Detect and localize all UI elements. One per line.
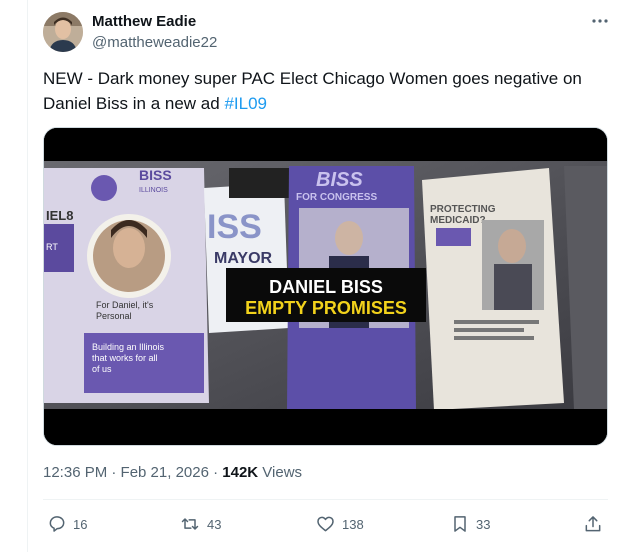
hashtag-link[interactable]: #IL09 xyxy=(224,94,267,113)
reply-count: 16 xyxy=(73,516,88,532)
heart-icon xyxy=(317,516,334,532)
repost-icon xyxy=(181,518,199,530)
more-options-button[interactable] xyxy=(589,10,611,32)
repost-count: 43 xyxy=(207,516,222,532)
reply-button[interactable]: 16 xyxy=(47,510,87,538)
caption-line1: DANIEL BISS xyxy=(269,277,383,297)
flyer-mid-mayor: MAYOR xyxy=(214,250,273,267)
flyer-right-line2: MEDICAID? xyxy=(430,215,486,226)
repost-button[interactable]: 43 xyxy=(179,510,221,538)
like-count: 138 xyxy=(342,516,364,532)
reply-icon xyxy=(49,516,65,532)
media-video[interactable]: IEL8 RT BISS ILLINOIS For Daniel, it's P… xyxy=(43,127,608,446)
share-button[interactable] xyxy=(583,510,603,538)
share-icon xyxy=(585,516,601,532)
flyer-left: IEL8 RT BISS ILLINOIS For Daniel, it's P… xyxy=(44,167,209,403)
flyer-left-text3: Building an Illinois xyxy=(92,342,165,352)
more-dots-icon xyxy=(592,19,608,23)
flyer-congress-biss: BISS xyxy=(316,169,363,191)
tweet-text: NEW - Dark money super PAC Elect Chicago… xyxy=(43,66,603,116)
flyer-mid-iss: ISS xyxy=(207,208,262,246)
flyer-right-line1: PROTECTING xyxy=(430,204,496,215)
like-button[interactable]: 138 xyxy=(315,510,364,538)
bookmark-button[interactable]: 33 xyxy=(450,510,490,538)
flyer-left-edge2: RT xyxy=(46,242,58,252)
flyer-congress-for: FOR CONGRESS xyxy=(296,192,377,203)
flyer-medicaid: PROTECTING MEDICAID? xyxy=(422,168,564,410)
video-caption: DANIEL BISS EMPTY PROMISES xyxy=(226,268,426,322)
tweet-card[interactable]: Matthew Eadie @mattheweadie22 NEW - Dark… xyxy=(0,0,626,552)
bookmark-icon xyxy=(454,516,466,532)
bookmark-count: 33 xyxy=(476,516,491,532)
divider xyxy=(43,499,608,500)
flyer-left-biss: BISS xyxy=(139,167,172,183)
flyer-left-text4: that works for all xyxy=(92,353,158,363)
views-count: 142K xyxy=(222,464,259,481)
timestamp[interactable]: 12:36 PM · Feb 21, 2026 · xyxy=(43,464,222,481)
action-bar: 16 43 138 33 xyxy=(43,510,613,538)
flyer-left-edge: IEL8 xyxy=(46,208,73,223)
thread-divider xyxy=(27,0,28,552)
flyer-left-text2: Personal xyxy=(96,311,132,321)
user-handle[interactable]: @mattheweadie22 xyxy=(92,34,217,51)
caption-line2: EMPTY PROMISES xyxy=(245,298,407,318)
tweet-meta: 12:36 PM · Feb 21, 2026 · 142K Views xyxy=(43,464,302,481)
flyer-left-text1: For Daniel, it's xyxy=(96,300,154,310)
avatar[interactable] xyxy=(43,12,83,52)
flyer-left-illinois: ILLINOIS xyxy=(139,187,168,194)
display-name[interactable]: Matthew Eadie xyxy=(92,13,196,30)
tweet-body: NEW - Dark money super PAC Elect Chicago… xyxy=(43,69,582,113)
views-label: Views xyxy=(258,464,303,481)
flyer-left-text5: of us xyxy=(92,364,112,374)
